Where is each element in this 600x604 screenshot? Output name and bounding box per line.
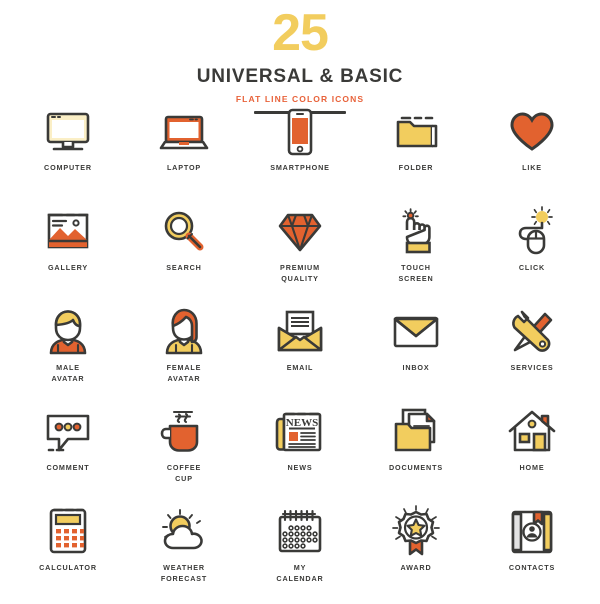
icon-label-male: MALE AVATAR [51,363,85,384]
gallery-icon [40,204,96,260]
newspaper-icon: NEWS [272,404,328,460]
coffee-cup-icon [156,404,212,460]
icon-cell-contacts[interactable]: CONTACTS [474,504,590,604]
smartphone-icon [272,104,328,160]
icon-label-smartphone: SMARTPHONE [270,163,330,172]
icon-cell-touchscreen[interactable]: TOUCH SCREEN [358,204,474,304]
icon-cell-comment[interactable]: COMMENT [10,404,126,504]
icon-cell-home[interactable]: HOME [474,404,590,504]
icon-label-laptop: LAPTOP [166,163,202,172]
icon-cell-weather[interactable]: WEATHER FORECAST [126,504,242,604]
icon-cell-male[interactable]: MALE AVATAR [10,304,126,404]
icon-label-calculator: CALCULATOR [39,563,97,572]
page-title: UNIVERSAL & BASIC [196,65,404,87]
contacts-book-icon [504,504,560,560]
icon-label-comment: COMMENT [46,463,90,472]
icon-cell-inbox[interactable]: INBOX [358,304,474,404]
envelope-icon [388,304,444,360]
icon-label-news: NEWS [287,463,313,472]
icon-label-search: SEARCH [166,263,202,272]
icon-cell-calendar[interactable]: MY CALENDAR [242,504,358,604]
heart-icon [504,104,560,160]
svg-text:NEWS: NEWS [286,417,318,429]
icon-cell-folder[interactable]: FOLDER [358,104,474,204]
icon-cell-search[interactable]: SEARCH [126,204,242,304]
icon-label-services: SERVICES [510,363,554,372]
icon-label-premium: PREMIUM QUALITY [280,263,320,284]
icon-label-award: AWARD [400,563,432,572]
icon-label-coffee: COFFEE CUP [166,463,202,484]
icon-cell-computer[interactable]: COMPUTER [10,104,126,204]
icon-label-contacts: CONTACTS [508,563,556,572]
icon-cell-coffee[interactable]: COFFEE CUP [126,404,242,504]
wrench-screwdriver-icon [504,304,560,360]
icon-label-gallery: GALLERY [47,263,89,272]
open-envelope-icon [272,304,328,360]
icon-cell-like[interactable]: LIKE [474,104,590,204]
icon-cell-laptop[interactable]: LAPTOP [126,104,242,204]
icon-cell-gallery[interactable]: GALLERY [10,204,126,304]
icon-label-click: CLICK [518,263,546,272]
icon-label-weather: WEATHER FORECAST [160,563,208,584]
award-medal-icon [388,504,444,560]
touch-hand-icon [388,204,444,260]
icon-cell-news[interactable]: NEWS NEWS [242,404,358,504]
diamond-icon [272,204,328,260]
speech-bubble-icon [40,404,96,460]
icon-cell-award[interactable]: AWARD [358,504,474,604]
documents-folder-icon [388,404,444,460]
sun-cloud-icon [156,504,212,560]
icon-cell-services[interactable]: SERVICES [474,304,590,404]
calendar-icon [272,504,328,560]
folder-icon [388,104,444,160]
icon-label-email: EMAIL [286,363,314,372]
icon-label-home: HOME [519,463,545,472]
male-avatar-icon [40,304,96,360]
poster-header: 25 UNIVERSAL & BASIC FLAT LINE COLOR ICO… [0,0,600,115]
icon-cell-smartphone[interactable]: SMARTPHONE [242,104,358,204]
house-icon [504,404,560,460]
icon-cell-email[interactable]: EMAIL [242,304,358,404]
computer-icon [40,104,96,160]
search-icon [156,204,212,260]
icon-label-computer: COMPUTER [44,163,92,172]
female-avatar-icon [156,304,212,360]
icon-set-poster: 25 UNIVERSAL & BASIC FLAT LINE COLOR ICO… [0,0,600,600]
icon-label-documents: DOCUMENTS [389,463,443,472]
icon-cell-documents[interactable]: DOCUMENTS [358,404,474,504]
page-subtitle: FLAT LINE COLOR ICONS [235,94,365,105]
icon-grid: COMPUTER LAPTOP SMARTPHONE FOLDER LIKE G… [0,104,600,604]
icon-count: 25 [272,4,329,62]
icon-label-calendar: MY CALENDAR [276,563,324,584]
icon-label-inbox: INBOX [402,363,430,372]
icon-label-female: FEMALE AVATAR [166,363,202,384]
icon-cell-female[interactable]: FEMALE AVATAR [126,304,242,404]
icon-label-touchscreen: TOUCH SCREEN [398,263,434,284]
icon-label-like: LIKE [522,163,542,172]
icon-cell-premium[interactable]: PREMIUM QUALITY [242,204,358,304]
icon-cell-click[interactable]: CLICK [474,204,590,304]
icon-label-folder: FOLDER [398,163,434,172]
calculator-icon [40,504,96,560]
laptop-icon [156,104,212,160]
mouse-click-icon [504,204,560,260]
icon-cell-calculator[interactable]: CALCULATOR [10,504,126,604]
